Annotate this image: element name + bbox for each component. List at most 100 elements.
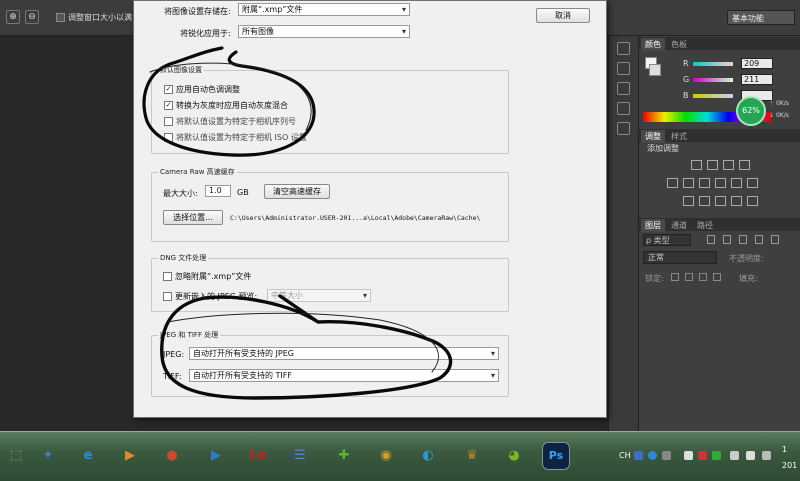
history-icon[interactable] <box>617 42 630 55</box>
invert-icon[interactable] <box>683 196 694 206</box>
opacity-label: 不透明度: <box>729 254 764 263</box>
channel-g-slider[interactable] <box>693 78 733 82</box>
cache-path: C:\Users\Administrator.USER-201...a\Loca… <box>230 214 481 222</box>
channel-r-slider[interactable] <box>693 62 733 66</box>
channel-b-slider[interactable] <box>693 94 733 98</box>
save-settings-select[interactable]: 附属“.xmp”文件 <box>238 3 410 16</box>
channel-g-value[interactable]: 211 <box>741 74 773 85</box>
chrome-browser-taskbar-icon[interactable]: ◉ <box>372 442 400 470</box>
auto-tone-checkbox[interactable]: ✓ <box>164 85 173 94</box>
plus-app-taskbar-icon[interactable]: ✚ <box>330 442 358 470</box>
preview-size-select[interactable]: 中等大小 <box>267 289 371 302</box>
help-icon[interactable] <box>648 451 657 460</box>
tab-layers[interactable]: 图层 <box>641 219 665 232</box>
input-method-icon[interactable] <box>634 451 643 460</box>
threshold-icon[interactable] <box>715 196 726 206</box>
photo-filter-icon[interactable] <box>731 178 742 188</box>
brightness-icon[interactable] <box>691 160 702 170</box>
zoom-out-icon[interactable]: ⊖ <box>25 10 39 24</box>
photoshop-taskbar-icon[interactable]: Ps <box>542 442 570 470</box>
gradient-map-icon[interactable] <box>731 196 742 206</box>
cancel-button[interactable]: 取消 <box>536 8 590 23</box>
tab-swatches[interactable]: 色板 <box>667 38 691 51</box>
ball-app-taskbar-icon[interactable]: ● <box>158 442 186 470</box>
brush-panel-icon[interactable] <box>617 102 630 115</box>
hue-saturation-icon[interactable] <box>683 178 694 188</box>
info-icon[interactable] <box>617 82 630 95</box>
filter-shape-icon[interactable] <box>755 235 763 244</box>
lock-all-icon[interactable] <box>713 273 721 281</box>
tab-paths[interactable]: 路径 <box>693 219 717 232</box>
tiff-handling-select[interactable]: 自动打开所有受支持的 TIFF <box>189 369 499 382</box>
background-swatch[interactable] <box>649 64 661 76</box>
jpeg-handling-select[interactable]: 自动打开所有受支持的 JPEG <box>189 347 499 360</box>
ignore-xmp-checkbox[interactable] <box>163 272 172 281</box>
panel-icon-strip <box>608 36 638 431</box>
update-icon[interactable] <box>712 451 721 460</box>
auto-grayscale-checkbox[interactable]: ✓ <box>164 101 173 110</box>
camera-raw-cache-group: Camera Raw 高速缓存 <box>151 167 509 242</box>
tab-channels[interactable]: 通道 <box>667 219 691 232</box>
filter-smart-icon[interactable] <box>771 235 779 244</box>
workspace-switcher[interactable]: 基本功能 <box>727 10 795 25</box>
clock[interactable]: 1 201 <box>782 442 797 474</box>
posterize-icon[interactable] <box>699 196 710 206</box>
language-indicator[interactable]: CH <box>619 451 631 460</box>
le-app-taskbar-icon[interactable]: Le <box>244 442 272 470</box>
tab-adjustments[interactable]: 调整 <box>641 130 665 143</box>
update-preview-checkbox[interactable] <box>163 292 172 301</box>
iso-defaults-checkbox[interactable] <box>164 133 173 142</box>
chat-app-taskbar-icon[interactable]: ◕ <box>500 442 528 470</box>
tab-color[interactable]: 颜色 <box>641 38 665 51</box>
lock-label: 锁定: <box>645 274 664 283</box>
tiff-label: TIFF: <box>163 372 182 381</box>
jpeg-tiff-handling-group: JPEG 和 TIFF 处理 <box>151 330 509 397</box>
ignore-xmp-label: 忽略附属“.xmp”文件 <box>175 272 252 281</box>
max-size-input[interactable]: 1.0 <box>205 185 231 197</box>
right-panels: 颜色 色板 R 209 G 211 B 62% ↑ 0K/s ↓ 0K/s 调整… <box>638 36 800 431</box>
qq-app-taskbar-icon[interactable]: ◐ <box>414 442 442 470</box>
curves-icon[interactable] <box>723 160 734 170</box>
media-player-taskbar-icon[interactable]: ▶ <box>116 442 144 470</box>
character-icon[interactable] <box>617 122 630 135</box>
action-center-icon[interactable] <box>762 451 771 460</box>
levels-icon[interactable] <box>707 160 718 170</box>
volume-icon[interactable] <box>730 451 739 460</box>
sharpen-select[interactable]: 所有图像 <box>238 25 410 38</box>
video-player-taskbar-icon[interactable]: ▶ <box>202 442 230 470</box>
security-icon[interactable] <box>698 451 707 460</box>
actions-icon[interactable] <box>617 62 630 75</box>
exposure-icon[interactable] <box>739 160 750 170</box>
lock-pixels-icon[interactable] <box>671 273 679 281</box>
serial-defaults-checkbox[interactable] <box>164 117 173 126</box>
tab-styles[interactable]: 样式 <box>667 130 691 143</box>
channel-r-label: R <box>683 59 689 68</box>
fit-window-checkbox[interactable] <box>56 13 65 22</box>
game-app-taskbar-icon[interactable]: ♛ <box>458 442 486 470</box>
dng-handling-title: DNG 文件处理 <box>158 253 209 263</box>
circle-app-taskbar-icon[interactable]: ☰ <box>286 442 314 470</box>
tray-expand-icon[interactable] <box>684 451 693 460</box>
channel-r-value[interactable]: 209 <box>741 58 773 69</box>
bird-app-taskbar-icon[interactable]: ✦ <box>34 442 62 470</box>
filter-pixel-icon[interactable] <box>707 235 715 244</box>
channel-mixer-icon[interactable] <box>747 178 758 188</box>
lock-position-icon[interactable] <box>699 273 707 281</box>
purge-cache-button[interactable]: 清空高速缓存 <box>264 184 330 199</box>
network-icon[interactable] <box>746 451 755 460</box>
color-balance-icon[interactable] <box>699 178 710 188</box>
lock-paint-icon[interactable] <box>685 273 693 281</box>
black-white-icon[interactable] <box>715 178 726 188</box>
network-app-taskbar-icon[interactable]: ⬚ <box>2 442 30 470</box>
layer-filter-select[interactable]: ρ 类型 <box>643 234 691 246</box>
upload-arrow-icon: ↑ <box>769 100 775 107</box>
blend-mode-select[interactable]: 正常 <box>643 251 717 264</box>
filter-type-icon[interactable] <box>739 235 747 244</box>
vibrance-icon[interactable] <box>667 178 678 188</box>
selective-color-icon[interactable] <box>747 196 758 206</box>
ie-browser-taskbar-icon[interactable]: e <box>74 442 102 470</box>
zoom-in-icon[interactable]: ⊕ <box>6 10 20 24</box>
filter-adjust-icon[interactable] <box>723 235 731 244</box>
keyboard-icon[interactable] <box>662 451 671 460</box>
select-location-button[interactable]: 选择位置... <box>163 210 223 225</box>
